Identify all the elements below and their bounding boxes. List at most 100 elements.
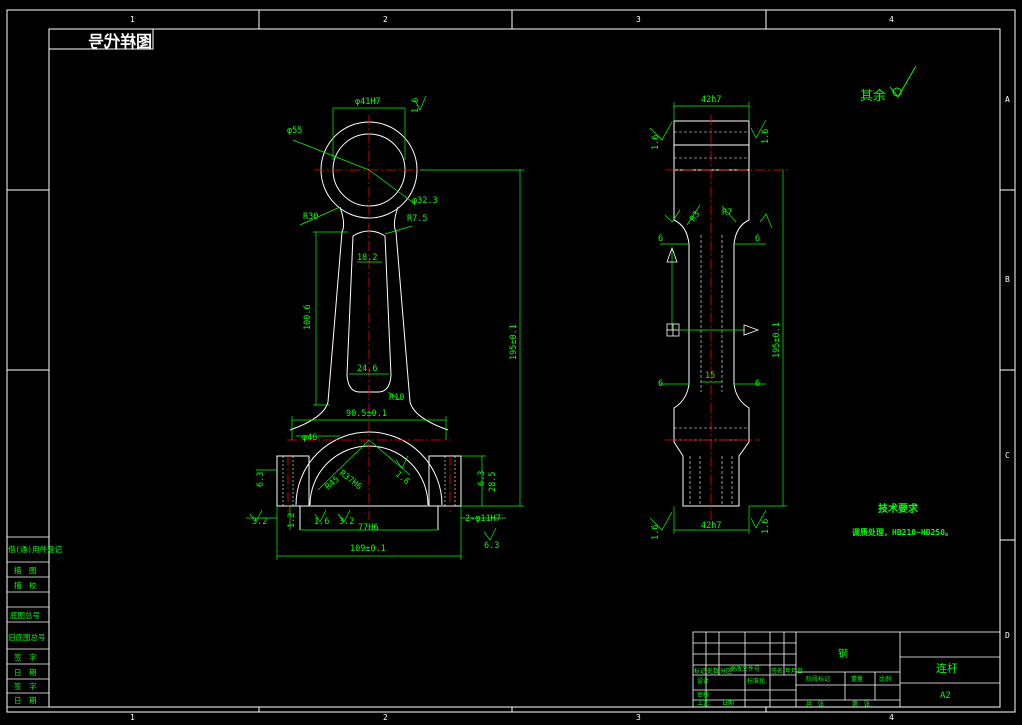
dim-front-radius-inner: φ32.3	[412, 196, 438, 206]
side-view-hidden-lines	[674, 131, 749, 506]
section-arrow-right-icon	[743, 324, 760, 336]
dim-front-r10: R10	[389, 393, 404, 403]
dim-front-r37h6: R37H6	[337, 468, 363, 492]
dim-front-bolt-holes: 2-φ11H7	[465, 514, 501, 524]
tb-row-label-6: 年月日	[785, 667, 803, 675]
dim-front-77h6: 77H6	[358, 523, 378, 533]
side-view-roughness-marks	[649, 119, 773, 531]
tb-role-review: 审核	[697, 691, 709, 699]
zone-side-d: D	[1005, 631, 1010, 640]
dim-side-rough-bottom-right: 1.6	[761, 519, 771, 534]
left-margin-table: 借(通)用件登记 旧底图总号 描 图 描 校 底图总号 签 字 日 期 签 字 …	[6, 536, 63, 708]
tb-role-standard: 标准化	[747, 677, 765, 685]
side-view-dimension-text: 42h7 1.6 1.6 R3 R7 6 6 195±0.1 6 15 6 42…	[651, 95, 782, 540]
zone-labels: 1 2 3 4 1 2 3 4 A B C D	[130, 15, 1010, 722]
tb-row-label-5: 签名	[771, 667, 783, 675]
margin-cell-4: 描 校	[14, 580, 37, 590]
tb-sheet-total: 共 张	[806, 700, 824, 708]
dim-side-6-lower-left: 6	[658, 379, 663, 389]
margin-cell-9: 日 期	[14, 696, 37, 705]
zone-top-3: 3	[636, 15, 641, 24]
margin-cell-5: 底图总号	[10, 610, 40, 620]
title-block: 标记 处数 分区 更改文件号 签名 年月日 设计 标准化 审核 工艺 日期 阶段…	[692, 631, 1001, 708]
dim-front-rough-top: 1.6	[411, 98, 421, 113]
drawing-code-box: 图样代号	[48, 28, 154, 51]
dim-side-6-lower-right: 6	[755, 379, 760, 389]
side-view-section-arrows	[666, 246, 760, 337]
tb-sheet-no: 第 张	[852, 700, 870, 708]
zone-bottom-2: 2	[383, 713, 388, 722]
dim-side-rough-bottom-left: 1.6	[651, 525, 661, 540]
side-view-outline	[673, 120, 750, 507]
tb-role-design: 设计	[697, 677, 709, 685]
dim-front-rough-6-3-bottom: 6.3	[484, 541, 499, 551]
dim-side-bottom-width: 42h7	[701, 521, 721, 531]
roughness-note-text: 其余	[860, 88, 886, 104]
tb-scale: 比例	[879, 675, 891, 683]
tb-row-label-1: 标记	[694, 667, 706, 675]
margin-cell-1: 借(通)用件登记	[8, 544, 63, 554]
margin-cell-8: 签 字	[14, 681, 37, 691]
dim-side-6-upper-left: 6	[658, 234, 663, 244]
dim-front-total-width: 109±0.1	[350, 544, 386, 554]
dim-front-web-length: 100.6	[303, 304, 313, 330]
material-text: 钢	[838, 647, 848, 660]
dim-front-rough-bore: 1.6	[393, 470, 411, 488]
zone-bottom-1: 1	[130, 713, 135, 722]
margin-cell-7: 日 期	[14, 668, 37, 677]
margin-cell-2: 旧底图总号	[8, 632, 46, 642]
front-view-roughness-marks	[249, 95, 497, 541]
zone-top-1: 1	[130, 15, 135, 24]
dim-front-phi46: φ46	[302, 433, 317, 443]
roughness-note: 其余	[860, 65, 917, 104]
dim-side-6-upper-right: 6	[755, 234, 760, 244]
dim-side-center-distance: 195±0.1	[772, 322, 782, 358]
dim-front-1-2: 1.2	[287, 513, 297, 528]
side-view-dimension-lines	[660, 102, 787, 534]
dim-front-r7-5: R7.5	[407, 214, 427, 224]
dim-front-small-end-od: φ55	[287, 126, 302, 136]
dim-side-r3: R3	[688, 210, 702, 224]
dim-side-web-thickness: 15	[705, 371, 715, 381]
tb-role-date: 日期	[722, 699, 734, 707]
dim-side-rough-top-right: 1.6	[761, 129, 771, 144]
zone-bottom-4: 4	[889, 713, 894, 722]
dim-front-rough-1-6: 1.6	[314, 517, 329, 527]
tb-role-process: 工艺	[697, 699, 709, 707]
tech-requirements-title: 技术要求	[878, 502, 919, 515]
zone-side-c: C	[1005, 451, 1010, 460]
zone-top-4: 4	[889, 15, 894, 24]
drawing-code-mirrored: 图样代号	[88, 32, 152, 51]
dim-front-rough-3-2-left: 3.2	[252, 517, 267, 527]
dim-side-rough-top-left: 1.6	[651, 135, 661, 150]
sheet-border	[6, 9, 1016, 713]
tech-requirements-note: 调质处理，HB210~HB250。	[852, 527, 953, 537]
tb-row-label-4: 更改文件号	[730, 665, 760, 673]
part-name-text: 连杆	[936, 661, 958, 675]
margin-cell-6: 签 字	[14, 652, 37, 662]
zone-side-b: B	[1005, 275, 1010, 284]
dim-front-rough-right: 6.3	[477, 471, 487, 486]
dim-front-height-28-5: 28.5	[488, 472, 498, 492]
front-view-dimension-text: φ41H7 1.6 φ55 φ32.3 R30 R7.5 18.2 100.6 …	[252, 97, 519, 554]
dim-front-r30: R30	[303, 212, 318, 222]
side-view: 42h7 1.6 1.6 R3 R7 6 6 195±0.1 6 15 6 42…	[649, 95, 790, 540]
margin-cell-3: 描 图	[14, 565, 37, 575]
dim-front-bore-small: φ41H7	[355, 97, 381, 107]
zone-top-2: 2	[383, 15, 388, 24]
dim-side-r7: R7	[722, 208, 732, 218]
engineering-drawing-sheet: 1 2 3 4 1 2 3 4 A B C D 图样代号 借(通)用件登记 旧底…	[6, 9, 1016, 722]
roughness-symbol-icon	[889, 65, 917, 98]
tb-row-label-2: 处数	[707, 667, 719, 675]
dim-front-rough-left: 6.3	[256, 472, 266, 487]
zone-side-a: A	[1005, 95, 1010, 104]
front-view: φ41H7 1.6 φ55 φ32.3 R30 R7.5 18.2 100.6 …	[246, 95, 524, 560]
dim-front-rough-3-2-mid: 3.2	[339, 517, 354, 527]
sheet-size-text: A2	[940, 691, 951, 701]
tb-stage-mark: 阶段标记	[806, 675, 830, 683]
dim-front-web-bottom: 24.6	[357, 364, 377, 374]
dim-side-top-width: 42h7	[701, 95, 721, 105]
dim-front-width-upper: 90.5±0.1	[346, 409, 387, 419]
side-view-centerlines	[665, 115, 790, 520]
dim-front-web-top: 18.2	[357, 253, 377, 263]
